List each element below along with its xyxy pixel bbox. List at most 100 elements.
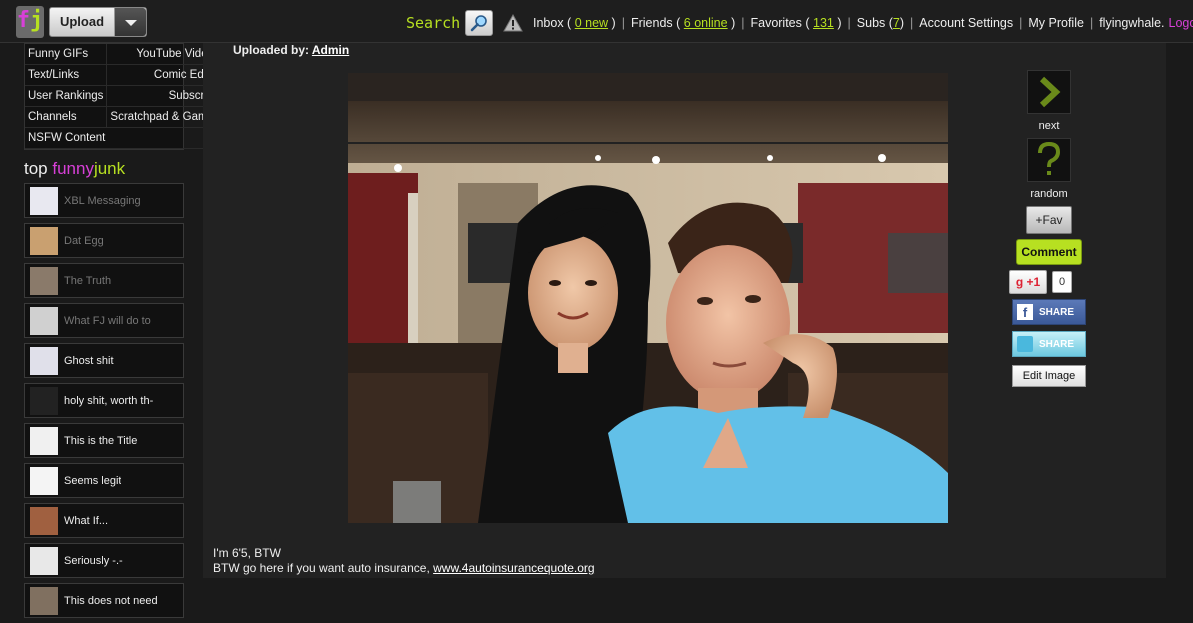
menu-item-funny-gifs[interactable]: Funny GIFs [25, 44, 108, 65]
content-title[interactable]: Seriously -.- [64, 555, 123, 567]
uploader-link[interactable]: Admin [312, 43, 349, 57]
upload-dropdown-arrow-icon[interactable] [115, 8, 146, 36]
content-thumbnail[interactable] [30, 546, 58, 575]
subs-count[interactable]: 7 [893, 16, 900, 30]
google-plus-button[interactable]: g +1 [1009, 270, 1047, 294]
top-content-item[interactable]: XBL Messaging [24, 183, 184, 218]
friends-link[interactable]: Friends ( 6 online ) [631, 16, 735, 30]
subs-link[interactable]: Subs (7) [857, 16, 904, 30]
nav-separator: | [910, 16, 914, 30]
edit-image-button[interactable]: Edit Image [1012, 365, 1086, 387]
inbox-label: Inbox ( [533, 16, 572, 30]
content-thumbnail[interactable] [30, 346, 58, 375]
nav-separator: | [741, 16, 745, 30]
inbox-link[interactable]: Inbox ( 0 new ) [533, 16, 616, 30]
content-thumbnail[interactable] [30, 266, 58, 295]
subs-label: Subs ( [856, 16, 893, 30]
nav-separator: | [1089, 16, 1094, 30]
inbox-count[interactable]: 0 new [575, 16, 608, 30]
content-title[interactable]: This is the Title [64, 435, 137, 447]
search-label[interactable]: Search [406, 14, 460, 32]
content-thumbnail[interactable] [30, 466, 58, 495]
facebook-icon: f [1017, 304, 1033, 320]
chevron-right-icon [1039, 76, 1061, 108]
top-heading-prefix: top [24, 159, 53, 178]
content-title[interactable]: This does not need [64, 595, 158, 607]
google-plus-row: g +1 0 [1009, 270, 1089, 294]
top-content-item[interactable]: Dat Egg [24, 223, 184, 258]
next-label[interactable]: next [1009, 120, 1089, 132]
content-photo[interactable] [348, 73, 948, 523]
twitter-share-button[interactable]: SHARE [1012, 331, 1086, 357]
comment-button[interactable]: Comment [1016, 239, 1082, 265]
content-title[interactable]: Dat Egg [64, 235, 104, 247]
content-title[interactable]: holy shit, worth th- [64, 395, 153, 407]
logout-link[interactable]: Logout [1169, 16, 1193, 30]
content-thumbnail[interactable] [30, 386, 58, 415]
caption-link[interactable]: www.4autoinsurancequote.org [433, 561, 594, 575]
twitter-icon [1017, 336, 1033, 352]
upload-button[interactable]: Upload [49, 7, 147, 37]
top-content-item[interactable]: What FJ will do to [24, 303, 184, 338]
question-mark-icon [1038, 142, 1061, 175]
top-content-list: XBL Messaging Dat Egg The Truth What FJ wil… [24, 183, 184, 618]
search-area: Search [406, 10, 494, 36]
favorite-button[interactable]: +Fav [1026, 206, 1072, 234]
content-thumbnail[interactable] [30, 586, 58, 615]
top-content-item[interactable]: This does not need [24, 583, 184, 618]
top-content-item[interactable]: The Truth [24, 263, 184, 298]
top-content-item[interactable]: Seems legit [24, 463, 184, 498]
content-thumbnail[interactable] [30, 506, 58, 535]
content-title[interactable]: What If... [64, 515, 108, 527]
content-description: I'm 6'5, BTW BTW go here if you want aut… [213, 546, 595, 576]
menu-item-user-rankings[interactable]: User Rankings [25, 86, 108, 107]
friends-label: Friends ( [630, 16, 681, 30]
top-content-item[interactable]: What If... [24, 503, 184, 538]
twitter-share-label: SHARE [1039, 338, 1075, 350]
sidebar: Funny GIFs YouTube Videos Text/Links Com… [24, 43, 223, 623]
friends-count[interactable]: 6 online [684, 16, 728, 30]
menu-item-nsfw-content[interactable]: NSFW Content [25, 128, 223, 149]
funnyjunk-logo[interactable]: fj [16, 6, 44, 38]
google-plus-count: 0 [1052, 271, 1072, 293]
account-settings-link[interactable]: Account Settings [919, 16, 1013, 30]
top-content-item[interactable]: Ghost shit [24, 343, 184, 378]
favorites-count[interactable]: 131 [813, 16, 834, 30]
magnifier-icon [470, 15, 487, 32]
content-title[interactable]: Ghost shit [64, 355, 114, 367]
username-link[interactable]: flyingwhale. [1099, 16, 1164, 30]
menu-item-text-links[interactable]: Text/Links [25, 65, 108, 86]
facebook-share-button[interactable]: f SHARE [1012, 299, 1086, 325]
content-thumbnail[interactable] [30, 186, 58, 215]
favorites-link[interactable]: Favorites ( 131 ) [750, 16, 841, 30]
content-thumbnail[interactable] [30, 306, 58, 335]
logo-letter-j: j [30, 8, 44, 33]
google-plus-icon: g [1015, 275, 1024, 289]
random-label[interactable]: random [1009, 188, 1089, 200]
content-thumbnail[interactable] [30, 426, 58, 455]
favorites-label: Favorites ( [750, 16, 810, 30]
my-profile-link[interactable]: My Profile [1028, 16, 1084, 30]
content-thumbnail[interactable] [30, 226, 58, 255]
random-button[interactable] [1027, 138, 1071, 182]
content-title[interactable]: The Truth [64, 275, 111, 287]
top-content-item[interactable]: Seriously -.- [24, 543, 184, 578]
warning-icon[interactable] [503, 14, 523, 32]
caption-line-2: BTW go here if you want auto insurance, … [213, 561, 595, 576]
top-heading-junk: junk [93, 159, 126, 178]
search-button[interactable] [465, 10, 494, 36]
content-title[interactable]: What FJ will do to [64, 315, 151, 327]
top-funnyjunk-heading: top funnyjunk [24, 159, 184, 179]
content-title[interactable]: Seems legit [64, 475, 121, 487]
next-button[interactable] [1027, 70, 1071, 114]
favorites-close: ) [837, 16, 842, 30]
uploaded-by: Uploaded by: Admin [233, 43, 349, 57]
upload-label[interactable]: Upload [50, 8, 115, 36]
top-content-item[interactable]: holy shit, worth th- [24, 383, 184, 418]
top-bar: fj Upload Search Inbox ( 0 new ) | Frien… [0, 0, 1193, 43]
top-content-item[interactable]: This is the Title [24, 423, 184, 458]
menu-item-channels[interactable]: Channels [25, 107, 108, 128]
subs-close: ) [899, 16, 905, 30]
top-heading-funny: funny [52, 159, 94, 178]
content-title[interactable]: XBL Messaging [64, 195, 141, 207]
